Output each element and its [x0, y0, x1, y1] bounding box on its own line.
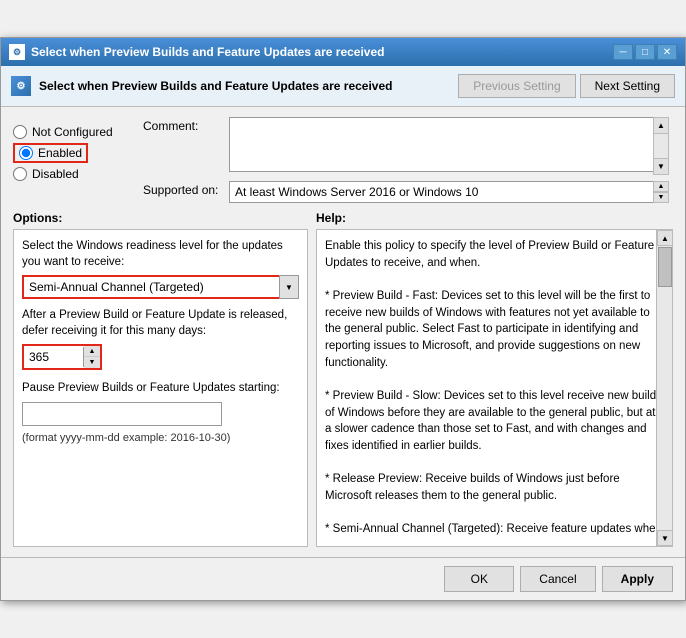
help-para-1: Enable this policy to specify the level … [325, 238, 664, 271]
help-para-4: * Release Preview: Receive builds of Win… [325, 471, 664, 504]
options-section-label: Options: [13, 211, 62, 225]
radio-not-configured-input[interactable] [13, 125, 27, 139]
radio-enabled-label: Enabled [38, 146, 82, 160]
apply-button[interactable]: Apply [602, 566, 673, 592]
options-panel: Select the Windows readiness level for t… [13, 229, 308, 547]
supported-field-wrapper: At least Windows Server 2016 or Windows … [229, 181, 669, 203]
help-para-3: * Preview Build - Slow: Devices set to t… [325, 388, 664, 455]
days-input-wrapper: ▲ ▼ [22, 344, 102, 370]
maximize-button[interactable]: □ [635, 44, 655, 60]
radio-disabled-label: Disabled [32, 167, 79, 181]
pause-date-input[interactable] [22, 402, 222, 426]
days-input[interactable] [24, 347, 84, 367]
minimize-button[interactable]: ─ [613, 44, 633, 60]
spin-down-button[interactable]: ▼ [84, 357, 100, 368]
previous-setting-button[interactable]: Previous Setting [458, 74, 575, 98]
help-scrollbar: ▲ ▼ [656, 230, 672, 546]
options-header: Options: [13, 211, 308, 225]
comment-scroll-down[interactable]: ▼ [654, 158, 668, 174]
title-bar-left: ⚙ Select when Preview Builds and Feature… [9, 44, 384, 60]
ok-button[interactable]: OK [444, 566, 514, 592]
panels-row: Select the Windows readiness level for t… [13, 229, 673, 547]
header-buttons: Previous Setting Next Setting [458, 74, 675, 98]
radio-enabled[interactable]: Enabled [13, 143, 88, 163]
help-scroll-track [657, 246, 672, 530]
section-labels-row: Options: Help: [13, 211, 673, 225]
pause-label-text: Pause Preview Builds or Feature Updates … [22, 380, 299, 396]
help-text: Enable this policy to specify the level … [325, 238, 664, 538]
supported-label: Supported on: [143, 181, 223, 197]
title-bar-controls: ─ □ ✕ [613, 44, 677, 60]
defer-label-text: After a Preview Build or Feature Update … [22, 307, 299, 339]
main-window: ⚙ Select when Preview Builds and Feature… [0, 37, 686, 601]
radio-not-configured[interactable]: Not Configured [13, 125, 143, 139]
channel-select[interactable]: Semi-Annual Channel (Targeted) Semi-Annu… [22, 275, 299, 299]
main-content: Not Configured Enabled Disabled Comment: [1, 107, 685, 557]
radio-disabled-input[interactable] [13, 167, 27, 181]
window-icon: ⚙ [9, 44, 25, 60]
comment-scroll-track [654, 134, 668, 158]
radio-not-configured-label: Not Configured [32, 125, 113, 139]
close-button[interactable]: ✕ [657, 44, 677, 60]
format-hint-text: (format yyyy-mm-dd example: 2016-10-30) [22, 432, 230, 444]
help-section-label: Help: [316, 211, 346, 225]
comment-row: Comment: ▲ ▼ [143, 117, 673, 175]
cancel-button[interactable]: Cancel [520, 566, 595, 592]
help-para-5: * Semi-Annual Channel (Targeted): Receiv… [325, 521, 664, 538]
supported-row: Supported on: At least Windows Server 20… [143, 181, 673, 203]
comment-textarea[interactable] [229, 117, 669, 172]
help-para-2: * Preview Build - Fast: Devices set to t… [325, 288, 664, 371]
radio-enabled-input[interactable] [19, 146, 33, 160]
supported-scroll-up[interactable]: ▲ [654, 182, 668, 192]
header-title-text: Select when Preview Builds and Feature U… [39, 79, 392, 93]
help-header: Help: [316, 211, 673, 225]
supported-scroll-down[interactable]: ▼ [654, 192, 668, 202]
window-title: Select when Preview Builds and Feature U… [31, 45, 384, 59]
top-area: Not Configured Enabled Disabled Comment: [13, 117, 673, 203]
comment-scroll-up[interactable]: ▲ [654, 118, 668, 134]
spin-up-button[interactable]: ▲ [84, 346, 100, 357]
comment-field-wrapper: ▲ ▼ [229, 117, 669, 175]
radio-section: Not Configured Enabled Disabled [13, 125, 143, 181]
bottom-bar: OK Cancel Apply [1, 557, 685, 600]
readiness-label-text: Select the Windows readiness level for t… [22, 238, 299, 270]
header-bar: ⚙ Select when Preview Builds and Feature… [1, 66, 685, 107]
comment-label: Comment: [143, 117, 223, 133]
radio-disabled[interactable]: Disabled [13, 167, 143, 181]
supported-value: At least Windows Server 2016 or Windows … [229, 181, 669, 203]
help-scroll-up[interactable]: ▲ [657, 230, 673, 246]
header-icon: ⚙ [11, 76, 31, 96]
comment-scrollbar: ▲ ▼ [653, 117, 669, 175]
help-scroll-thumb[interactable] [658, 247, 672, 287]
right-fields: Comment: ▲ ▼ Supported on: At [143, 117, 673, 203]
spin-buttons: ▲ ▼ [84, 346, 100, 368]
help-panel: Enable this policy to specify the level … [316, 229, 673, 547]
channel-select-wrapper: Semi-Annual Channel (Targeted) Semi-Annu… [22, 275, 299, 299]
next-setting-button[interactable]: Next Setting [580, 74, 675, 98]
help-scroll-down[interactable]: ▼ [657, 530, 673, 546]
title-bar: ⚙ Select when Preview Builds and Feature… [1, 38, 685, 66]
radio-column: Not Configured Enabled Disabled [13, 117, 143, 203]
header-title-area: ⚙ Select when Preview Builds and Feature… [11, 76, 458, 96]
supported-scrollbar: ▲ ▼ [653, 181, 669, 203]
